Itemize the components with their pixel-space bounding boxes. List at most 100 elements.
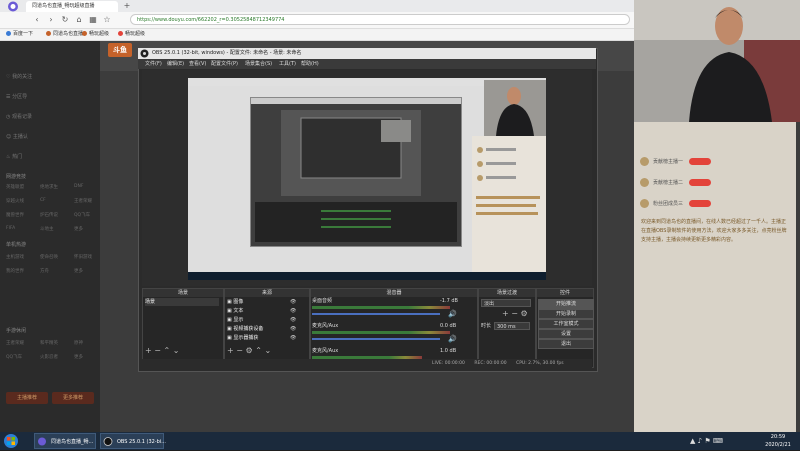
menu-help[interactable]: 帮助(H) (301, 59, 319, 69)
sidebar-grid-item[interactable]: DNF (74, 184, 83, 189)
menu-file[interactable]: 文件(F) (145, 59, 162, 69)
source-visibility-icons[interactable]: 👁 👁 👁 👁 👁 (290, 298, 296, 343)
taskbar-clock[interactable]: 20:59 2020/2/21 (758, 433, 798, 449)
sidebar-grid-item[interactable]: FIFA (6, 226, 15, 231)
recommend-button[interactable]: 主播推荐 (6, 392, 48, 404)
sidebar-grid-item[interactable]: QQ飞车 (6, 354, 22, 360)
remove-icon[interactable]: − (511, 309, 518, 318)
up-icon[interactable]: ⌃ (255, 346, 262, 355)
duration-field[interactable]: 300 ms (494, 322, 530, 330)
bookmark-label: 畅玩超级 (89, 31, 110, 37)
studio-mode-button[interactable]: 工作室模式 (538, 319, 594, 329)
sidebar-item-category[interactable]: ☰ 分区导 (6, 92, 27, 102)
sidebar-grid-item[interactable]: 绝地求生 (40, 184, 58, 190)
bookmark-item[interactable]: 畅玩超级 (118, 29, 145, 40)
sidebar-grid-item[interactable]: 使命召唤 (40, 254, 58, 260)
sidebar-grid-item[interactable]: CF (40, 198, 46, 203)
mixer-channel-label: 麦克风/Aux (312, 323, 339, 329)
sidebar-grid-item[interactable]: 英雄联盟 (6, 184, 24, 190)
forward-icon[interactable]: › (46, 14, 56, 26)
sidebar-grid-item[interactable]: QQ飞车 (74, 212, 90, 218)
speaker-icon[interactable]: 🔊 (448, 310, 457, 318)
dock-title: 场景过渡 (479, 289, 535, 297)
chat-rank-row[interactable]: 粉丝团成员三 (640, 198, 790, 210)
speaker-icon[interactable]: 🔊 (448, 335, 457, 343)
settings-button[interactable]: 设置 (538, 329, 594, 339)
source-item[interactable]: ▣ 显示器捕获 (227, 334, 258, 342)
reload-icon[interactable]: ↻ (60, 14, 70, 26)
add-icon[interactable]: + (502, 309, 509, 318)
down-icon[interactable]: ⌄ (264, 346, 271, 355)
sidebar-item-hot[interactable]: ♨ 热门 (6, 152, 22, 162)
up-icon[interactable]: ⌃ (164, 346, 171, 355)
sidebar-item-follow[interactable]: ♡ 我的关注 (6, 72, 32, 82)
star-icon[interactable]: ☆ (102, 14, 112, 26)
sidebar-grid-item[interactable]: 更多 (74, 226, 83, 232)
transition-select[interactable]: 淡出 (481, 299, 531, 307)
sidebar-grid-item[interactable]: 斗地主 (40, 226, 54, 232)
source-item[interactable]: ▣ 视频捕获设备 (227, 325, 263, 333)
sidebar-item-anchor[interactable]: ☺ 主播认 (6, 132, 28, 142)
browser-app-icon[interactable] (4, 1, 22, 12)
volume-slider[interactable] (312, 313, 440, 315)
sidebar-grid-item[interactable]: 原神 (74, 340, 83, 346)
sidebar-grid-item[interactable]: 主机游戏 (6, 254, 24, 260)
sidebar-grid-item[interactable]: 我的世界 (6, 268, 24, 274)
bookmark-item[interactable]: 畅玩超级 (82, 29, 109, 40)
start-button[interactable] (2, 433, 20, 449)
start-streaming-button[interactable]: 开始推流 (538, 299, 594, 309)
menu-tools[interactable]: 工具(T) (279, 59, 296, 69)
flag-icon[interactable]: ⚑ (704, 437, 710, 445)
new-tab-icon[interactable]: + (122, 1, 132, 11)
sidebar-grid-item[interactable]: 王者荣耀 (74, 198, 92, 204)
exit-button[interactable]: 退出 (538, 339, 594, 349)
more-recommend-button[interactable]: 更多推荐 (52, 392, 94, 404)
source-item[interactable]: ▣ 图像 (227, 298, 243, 306)
sidebar-grid-item[interactable]: 魔兽世界 (6, 212, 24, 218)
bookmark-item[interactable]: 百度一下 (6, 29, 33, 40)
network-icon[interactable]: ▲ (690, 437, 695, 445)
gear-icon[interactable]: ⚙ (246, 346, 253, 355)
system-tray[interactable]: ▲ ♪ ⚑ ⌨ (690, 434, 760, 448)
bookmark-item[interactable]: 同道鸟也直播 (46, 29, 83, 40)
chat-rank-row[interactable]: 贡献榜主播二 (640, 177, 790, 189)
menu-edit[interactable]: 编辑(E) (167, 59, 184, 69)
dock-title: 混音器 (311, 289, 477, 297)
start-recording-button[interactable]: 开始录制 (538, 309, 594, 319)
keyboard-icon[interactable]: ⌨ (713, 437, 723, 445)
menu-profile[interactable]: 配置文件(P) (211, 59, 238, 69)
sidebar-item-history[interactable]: ◷ 观看记录 (6, 112, 32, 122)
remove-icon[interactable]: − (154, 346, 161, 355)
sidebar-grid-item[interactable]: 火影忍者 (40, 354, 58, 360)
menu-view[interactable]: 查看(V) (189, 59, 206, 69)
sidebar-item-label: 观看记录 (11, 114, 32, 120)
url-bar[interactable]: https://www.douyu.com/662202_r=0.3052584… (130, 14, 630, 25)
scene-item[interactable]: 场景 (145, 298, 219, 306)
sidebar-grid-item[interactable]: 穿越火线 (6, 198, 24, 204)
home-icon[interactable]: ⌂ (74, 14, 84, 26)
volume-icon[interactable]: ♪ (698, 437, 702, 445)
browser-tab[interactable]: 同道鸟也直播_畅玩超级直播 (26, 1, 118, 12)
site-logo[interactable]: 斗鱼 (108, 43, 132, 57)
sidebar-grid-item[interactable]: 王者荣耀 (6, 340, 24, 346)
remove-icon[interactable]: − (236, 346, 243, 355)
sidebar-grid-item[interactable]: 更多 (74, 354, 83, 360)
grid-icon[interactable]: ▦ (88, 14, 98, 26)
sidebar-grid-item[interactable]: 和平精英 (40, 340, 58, 346)
sidebar-grid-item[interactable]: 炉石传说 (40, 212, 58, 218)
chat-rank-row[interactable]: 贡献榜主播一 (640, 156, 790, 168)
menu-scene-collection[interactable]: 场景集合(S) (245, 59, 272, 69)
sidebar-grid-item[interactable]: 更多 (74, 268, 83, 274)
transition-toolbar: + − ⚙ (502, 310, 528, 318)
browser-task-icon (37, 437, 47, 446)
gear-icon[interactable]: ⚙ (521, 309, 528, 318)
source-item[interactable]: ▣ 文本 (227, 307, 243, 315)
add-icon[interactable]: + (227, 346, 234, 355)
source-item[interactable]: ▣ 显示 (227, 316, 243, 324)
volume-slider[interactable] (312, 338, 440, 340)
sidebar-grid-item[interactable]: 怀旧游戏 (74, 254, 92, 260)
back-icon[interactable]: ‹ (32, 14, 42, 26)
down-icon[interactable]: ⌄ (173, 346, 180, 355)
sidebar-grid-item[interactable]: 方舟 (40, 268, 49, 274)
add-icon[interactable]: + (145, 346, 152, 355)
